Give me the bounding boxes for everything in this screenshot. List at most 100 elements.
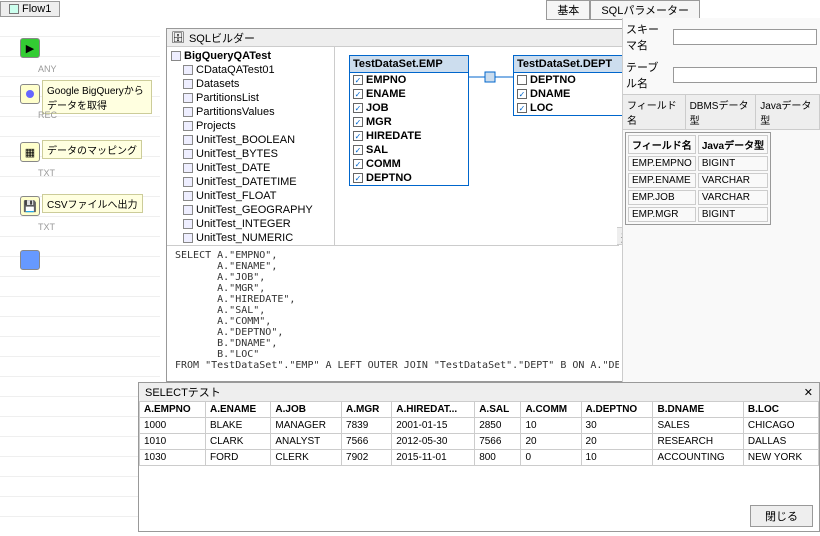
connector-label: TXT	[38, 222, 55, 232]
tree-item[interactable]: UnitTest_DATETIME	[169, 175, 332, 189]
properties-panel: スキーマ名 テーブル名 フィールド名 DBMSデータ型 Javaデータ型 フィー…	[622, 18, 820, 382]
entity-column[interactable]: ✓DNAME	[514, 87, 632, 101]
table-input[interactable]	[673, 67, 817, 83]
table-icon	[183, 135, 193, 145]
table-row[interactable]: EMP.JOBVARCHAR	[628, 190, 768, 205]
column-header[interactable]: A.COMM	[521, 402, 581, 418]
flow-icon	[9, 4, 19, 14]
tree-item[interactable]: CDataQATest01	[169, 63, 332, 77]
tree-item[interactable]: UnitTest_BYTES	[169, 147, 332, 161]
flow-tab[interactable]: Flow1	[0, 1, 60, 17]
checkbox-icon[interactable]: ✓	[353, 75, 363, 85]
checkbox-icon[interactable]: ✓	[517, 103, 527, 113]
entity-dept[interactable]: TestDataSet.DEPT DEPTNO✓DNAME✓LOC	[513, 55, 633, 116]
table-icon	[183, 205, 193, 215]
entity-title: TestDataSet.DEPT	[514, 56, 632, 73]
tab-dbms-type[interactable]: DBMSデータ型	[686, 95, 757, 129]
tree-item[interactable]: UnitTest_FLOAT	[169, 189, 332, 203]
table-icon	[183, 177, 193, 187]
table-icon	[183, 93, 193, 103]
column-header[interactable]: A.MGR	[342, 402, 392, 418]
entity-column[interactable]: ✓ENAME	[350, 87, 468, 101]
table-row[interactable]: EMP.EMPNOBIGINT	[628, 156, 768, 171]
end-node[interactable]	[20, 250, 40, 270]
entity-column[interactable]: ✓JOB	[350, 101, 468, 115]
table-row[interactable]: 1000BLAKEMANAGER78392001-01-1528501030SA…	[140, 418, 819, 434]
entity-emp[interactable]: TestDataSet.EMP ✓EMPNO✓ENAME✓JOB✓MGR✓HIR…	[349, 55, 469, 186]
table-icon	[183, 163, 193, 173]
table-icon	[183, 191, 193, 201]
connector-label: TXT	[38, 168, 55, 178]
entity-column[interactable]: ✓EMPNO	[350, 73, 468, 87]
entity-column[interactable]: ✓MGR	[350, 115, 468, 129]
entity-column[interactable]: ✓HIREDATE	[350, 129, 468, 143]
map-node-label: データのマッピング	[42, 140, 142, 159]
tab-sql-params[interactable]: SQLパラメーター	[590, 0, 700, 20]
tab-java-type[interactable]: Javaデータ型	[756, 95, 820, 129]
entity-column[interactable]: ✓LOC	[514, 101, 632, 115]
column-header[interactable]: A.SAL	[475, 402, 521, 418]
select-test-dialog: SELECTテスト ✕ A.EMPNOA.ENAMEA.JOBA.MGRA.HI…	[138, 382, 820, 532]
connector-label: ANY	[38, 64, 57, 74]
close-button[interactable]: 閉じる	[750, 505, 813, 527]
source-node-label: Google BigQueryからデータを取得	[42, 80, 152, 114]
table-icon	[183, 233, 193, 243]
table-label: テーブル名	[626, 59, 669, 91]
checkbox-icon[interactable]: ✓	[517, 89, 527, 99]
tree-item[interactable]: UnitTest_INTEGER	[169, 217, 332, 231]
entity-column[interactable]: ✓DEPTNO	[350, 171, 468, 185]
table-icon	[183, 149, 193, 159]
tree-item[interactable]: PartitionsList	[169, 91, 332, 105]
table-row[interactable]: EMP.ENAMEVARCHAR	[628, 173, 768, 188]
result-title: SELECTテスト	[145, 384, 221, 400]
tree-item[interactable]: Projects	[169, 119, 332, 133]
tree-item[interactable]: Datasets	[169, 77, 332, 91]
start-node[interactable]: ▶	[20, 38, 40, 58]
close-icon[interactable]: ✕	[804, 386, 813, 399]
tree-item[interactable]: PartitionsValues	[169, 105, 332, 119]
column-header[interactable]: B.DNAME	[653, 402, 743, 418]
schema-input[interactable]	[673, 29, 817, 45]
tree-item[interactable]: UnitTest_GEOGRAPHY	[169, 203, 332, 217]
result-titlebar[interactable]: SELECTテスト ✕	[139, 383, 819, 401]
column-header[interactable]: A.EMPNO	[140, 402, 206, 418]
column-header[interactable]: A.ENAME	[206, 402, 271, 418]
checkbox-icon[interactable]: ✓	[353, 103, 363, 113]
tab-basic[interactable]: 基本	[546, 0, 590, 20]
table-icon	[183, 79, 193, 89]
table-row[interactable]: 1010CLARKANALYST75662012-05-3075662020RE…	[140, 434, 819, 450]
checkbox-icon[interactable]: ✓	[353, 89, 363, 99]
column-header[interactable]: A.JOB	[271, 402, 342, 418]
connector-label: REC	[38, 110, 57, 120]
column-header[interactable]: A.HIREDAT...	[392, 402, 475, 418]
entity-column[interactable]: ✓SAL	[350, 143, 468, 157]
result-table[interactable]: A.EMPNOA.ENAMEA.JOBA.MGRA.HIREDAT...A.SA…	[139, 401, 819, 466]
tree-item[interactable]: UnitTest_DATE	[169, 161, 332, 175]
tree-root[interactable]: BigQueryQATest	[169, 49, 332, 63]
checkbox-icon[interactable]: ✓	[353, 117, 363, 127]
map-node[interactable]: ▦	[20, 142, 40, 162]
source-node[interactable]	[20, 84, 40, 104]
sql-builder-title: SQLビルダー	[189, 30, 255, 46]
table-icon	[183, 219, 193, 229]
column-header[interactable]: B.LOC	[743, 402, 818, 418]
output-node-label: CSVファイルへ出力	[42, 194, 143, 213]
table-row[interactable]: EMP.MGRBIGINT	[628, 207, 768, 222]
table-icon	[183, 65, 193, 75]
checkbox-icon[interactable]: ✓	[353, 159, 363, 169]
tree-item[interactable]: UnitTest_NUMERIC	[169, 231, 332, 245]
entity-column[interactable]: ✓COMM	[350, 157, 468, 171]
checkbox-icon[interactable]: ✓	[353, 145, 363, 155]
field-grid[interactable]: フィールド名Javaデータ型 EMP.EMPNOBIGINTEMP.ENAMEV…	[625, 132, 771, 225]
schema-tree[interactable]: BigQueryQATest CDataQATest01DatasetsPart…	[167, 47, 335, 245]
output-node[interactable]: 💾	[20, 196, 40, 216]
tree-item[interactable]: UnitTest_BOOLEAN	[169, 133, 332, 147]
checkbox-icon[interactable]: ✓	[353, 131, 363, 141]
tab-field-name[interactable]: フィールド名	[623, 95, 686, 129]
table-row[interactable]: 1030FORDCLERK79022015-11-01800010ACCOUNT…	[140, 450, 819, 466]
entity-column[interactable]: DEPTNO	[514, 73, 632, 87]
checkbox-icon[interactable]: ✓	[353, 173, 363, 183]
flow-canvas[interactable]: ▶ ANY Google BigQueryからデータを取得 REC ▦ データの…	[0, 18, 160, 536]
column-header[interactable]: A.DEPTNO	[581, 402, 653, 418]
checkbox-icon[interactable]	[517, 75, 527, 85]
